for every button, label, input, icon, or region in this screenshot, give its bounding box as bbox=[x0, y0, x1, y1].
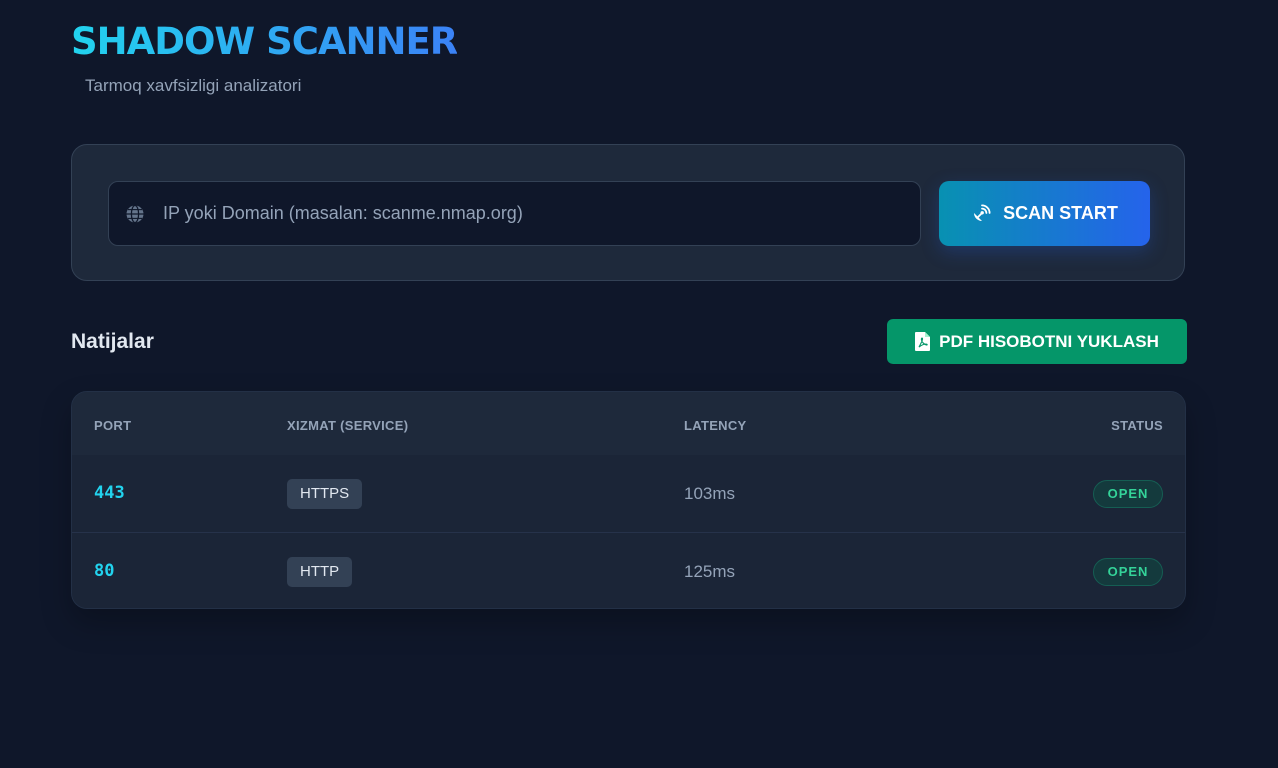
port-cell: 443 bbox=[94, 483, 125, 503]
table-row: 443 HTTPS 103ms OPEN bbox=[72, 455, 1185, 533]
results-table: PORT XIZMAT (SERVICE) LATENCY STATUS 443… bbox=[71, 391, 1186, 609]
scan-card: SCAN START bbox=[71, 144, 1185, 281]
file-pdf-icon bbox=[915, 332, 931, 351]
download-pdf-button[interactable]: PDF HISOBOTNI YUKLASH bbox=[887, 319, 1187, 364]
column-header-latency: LATENCY bbox=[684, 418, 747, 433]
port-cell: 80 bbox=[94, 561, 115, 581]
status-badge: OPEN bbox=[1093, 480, 1163, 508]
latency-cell: 125ms bbox=[684, 562, 736, 581]
app-subtitle: Tarmoq xavfsizligi analizatori bbox=[85, 76, 302, 95]
target-input[interactable] bbox=[163, 182, 903, 245]
page: SHADOW SCANNER Tarmoq xavfsizligi analiz… bbox=[0, 0, 1278, 768]
globe-icon bbox=[126, 204, 144, 224]
column-header-port: PORT bbox=[94, 418, 132, 433]
download-pdf-label: PDF HISOBOTNI YUKLASH bbox=[939, 331, 1159, 351]
latency-cell: 103ms bbox=[684, 484, 736, 503]
service-badge: HTTPS bbox=[287, 479, 363, 509]
app-title: SHADOW SCANNER bbox=[71, 18, 458, 66]
service-badge: HTTP bbox=[287, 557, 353, 587]
column-header-status: STATUS bbox=[1111, 418, 1163, 433]
table-row: 80 HTTP 125ms OPEN bbox=[72, 533, 1185, 608]
status-badge: OPEN bbox=[1093, 558, 1163, 586]
satellite-dish-icon bbox=[974, 204, 991, 221]
column-header-service: XIZMAT (SERVICE) bbox=[287, 418, 409, 433]
target-input-wrapper[interactable] bbox=[108, 181, 921, 246]
table-header: PORT XIZMAT (SERVICE) LATENCY STATUS bbox=[72, 392, 1185, 455]
scan-start-label: SCAN START bbox=[1003, 203, 1118, 223]
results-title: Natijalar bbox=[71, 330, 154, 353]
scan-start-button[interactable]: SCAN START bbox=[939, 181, 1150, 246]
